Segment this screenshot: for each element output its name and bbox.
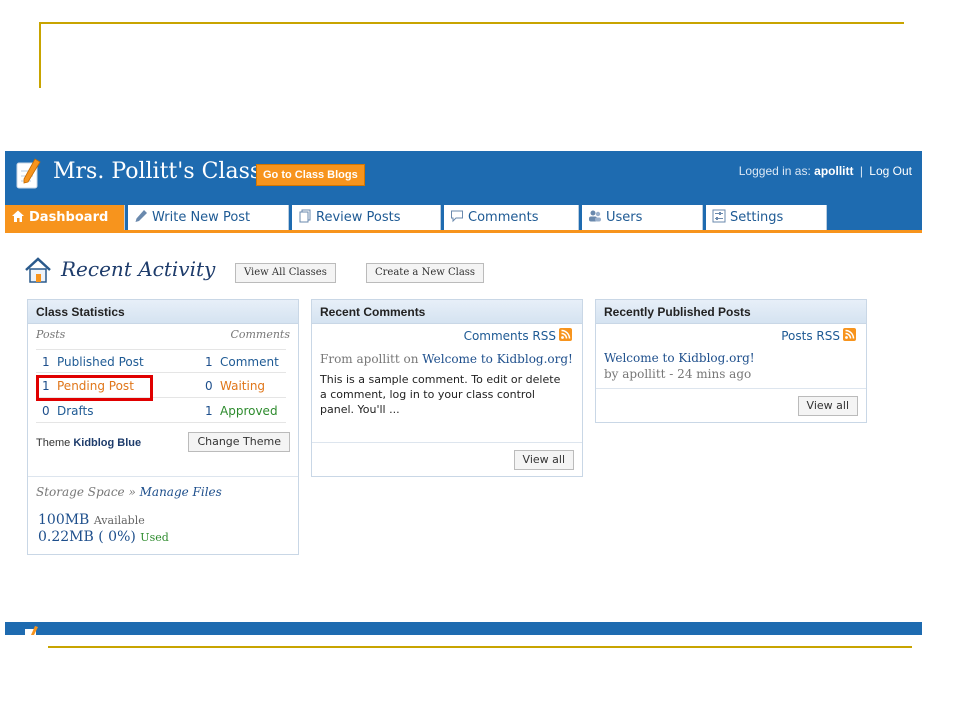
recent-posts-heading: Recently Published Posts [596,300,866,324]
storage-available: 100MB Available [38,512,145,528]
recent-posts-panel: Recently Published Posts Posts RSS Welco… [595,299,867,423]
used-value: 0.22MB ( 0%) [38,529,136,545]
slide-bottom-rule [48,646,912,648]
tab-settings[interactable]: Settings [706,205,827,230]
divider [28,476,298,477]
stat-row: 0 Drafts 1 Approved [36,399,286,423]
published-post-count: 1 [42,355,50,369]
tab-write-new-post[interactable]: Write New Post [128,205,289,230]
drafts-count: 0 [42,404,50,418]
pencil-paper-logo-icon [16,158,41,189]
slide-left-rule [39,22,41,88]
logged-in-prefix: Logged in as: [738,164,811,178]
waiting-comment-link[interactable]: Waiting [220,374,265,398]
waiting-comment-count: 0 [205,379,213,393]
tab-label: Review Posts [316,210,401,225]
login-status: Logged in as: apollitt | Log Out [739,164,912,178]
tab-users[interactable]: Users [582,205,703,230]
divider [596,388,866,389]
class-title: Mrs. Pollitt's Class [53,159,262,184]
comments-column-label: Comments [230,328,290,341]
app-header: Mrs. Pollitt's Class Go to Class Blogs L… [5,151,922,205]
class-statistics-panel: Class Statistics Posts Comments 1 Publis… [27,299,299,555]
kidblog-screenshot: Mrs. Pollitt's Class Go to Class Blogs L… [5,151,922,635]
drafts-link[interactable]: Drafts [57,399,94,423]
tab-label: Settings [730,210,784,225]
storage-label: Storage Space » [36,485,136,499]
class-statistics-heading: Class Statistics [28,300,298,324]
theme-name: Kidblog Blue [73,437,142,449]
posts-rss-link[interactable]: Posts RSS [781,328,856,343]
theme-info: Theme Kidblog Blue [36,437,141,449]
recent-comments-heading: Recent Comments [312,300,582,324]
main-nav: Dashboard Write New Post Review Posts Co… [5,205,922,233]
rss-icon [559,328,572,341]
view-all-classes-button[interactable]: View All Classes [235,263,336,283]
stat-row: 1 Published Post 1 Comment [36,349,286,373]
logout-link[interactable]: Log Out [869,164,912,178]
tab-label: Write New Post [152,210,251,225]
comment-post-link[interactable]: Welcome to Kidblog.org! [422,352,573,366]
posts-column-label: Posts [36,328,66,341]
home-icon [25,257,51,283]
tab-label: Dashboard [29,210,109,225]
tab-dashboard[interactable]: Dashboard [5,205,125,230]
manage-files-link[interactable]: Manage Files [140,485,222,499]
users-icon [589,210,601,222]
comments-rss-link[interactable]: Comments RSS [464,328,572,343]
published-post-meta: by apollitt - 24 mins ago [604,367,752,381]
comment-from-prefix: From apollitt on [320,352,419,366]
comment-excerpt: This is a sample comment. To edit or del… [320,373,561,416]
pencil-paper-logo-icon [25,626,38,635]
comment-count: 1 [205,355,213,369]
comments-rss-label: Comments RSS [463,329,556,343]
view-all-comments-button[interactable]: View all [513,450,574,470]
rss-icon [843,328,856,341]
tab-label: Users [606,210,643,225]
slide-top-rule [40,22,904,24]
posts-rss-label: Posts RSS [781,329,840,343]
tab-review-posts[interactable]: Review Posts [292,205,441,230]
used-label: Used [140,531,169,544]
storage-space-line: Storage Space » Manage Files [36,485,222,499]
pages-icon [299,209,311,223]
speech-bubble-icon [451,210,463,223]
approved-comment-link[interactable]: Approved [220,399,278,423]
username: apollitt [814,164,854,178]
house-icon [12,210,24,222]
change-theme-button[interactable]: Change Theme [188,432,290,452]
create-new-class-button[interactable]: Create a New Class [366,263,485,283]
pending-post-highlight [36,375,153,401]
available-value: 100MB [38,512,90,528]
go-to-class-blogs-button[interactable]: Go to Class Blogs [256,164,365,186]
published-post-title-link[interactable]: Welcome to Kidblog.org! [604,351,755,365]
tab-comments[interactable]: Comments [444,205,579,230]
login-separator: | [859,164,863,178]
divider [312,442,582,443]
tab-label: Comments [468,210,539,225]
published-post-link[interactable]: Published Post [57,350,144,374]
approved-comment-count: 1 [205,404,213,418]
storage-used: 0.22MB ( 0%) Used [38,529,169,545]
available-label: Available [93,514,145,527]
pencil-icon [135,210,147,222]
comment-link[interactable]: Comment [220,350,279,374]
view-all-posts-button[interactable]: View all [797,396,858,416]
page-title: Recent Activity [61,257,216,281]
comment-source: From apollitt on Welcome to Kidblog.org! [320,352,573,366]
theme-prefix: Theme [36,437,71,449]
sliders-icon [712,209,726,223]
recent-comments-panel: Recent Comments Comments RSS From apolli… [311,299,583,477]
footer-bar [5,622,922,635]
